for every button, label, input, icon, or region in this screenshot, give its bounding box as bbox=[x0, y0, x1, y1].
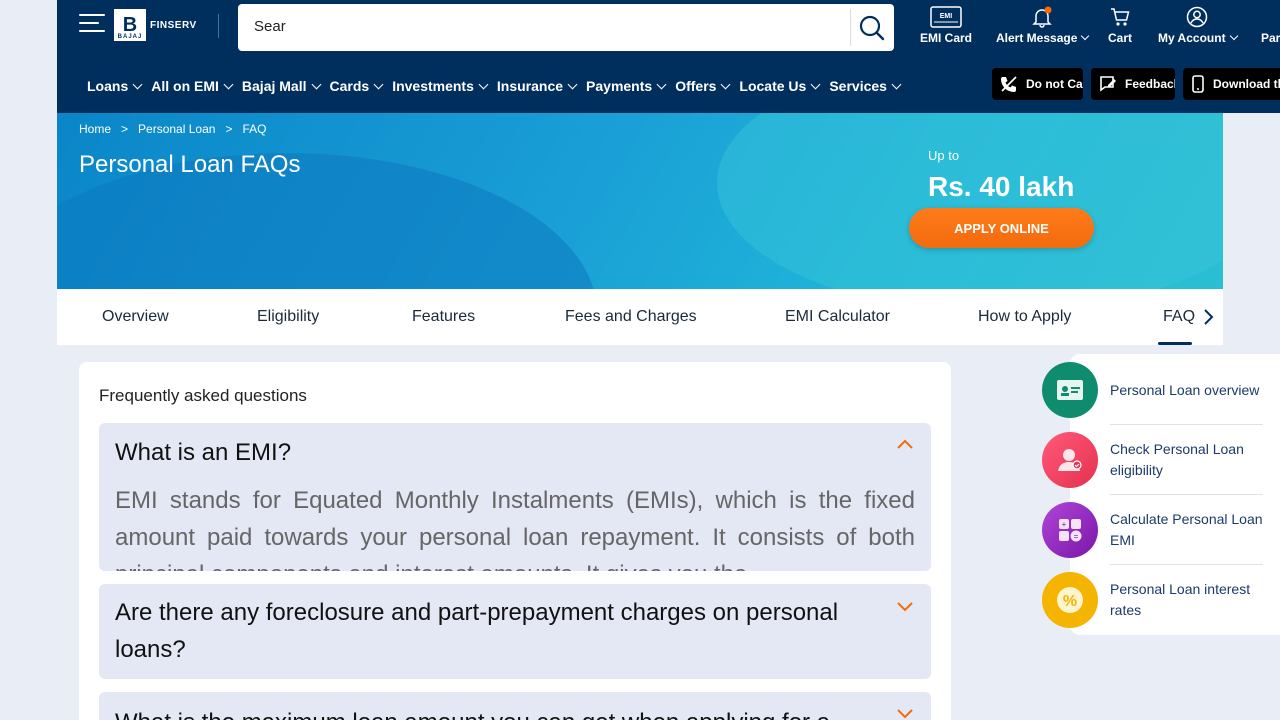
percent-icon: % bbox=[1042, 572, 1098, 628]
calculator-icon: + = bbox=[1042, 502, 1098, 558]
tab-emi-calculator[interactable]: EMI Calculator bbox=[785, 308, 890, 326]
partner-icon bbox=[1261, 6, 1280, 28]
tab-features[interactable]: Features bbox=[412, 308, 475, 326]
download-app-button[interactable]: Download th bbox=[1183, 68, 1280, 100]
menu-cards[interactable]: Cards bbox=[330, 78, 383, 94]
related-links-panel: Personal Loan overview Check Personal Lo… bbox=[1042, 354, 1280, 635]
menu-payments[interactable]: Payments bbox=[586, 78, 665, 94]
tab-fees-and-charges[interactable]: Fees and Charges bbox=[565, 308, 697, 326]
faq-heading: Frequently asked questions bbox=[99, 386, 307, 405]
user-icon bbox=[1187, 6, 1208, 28]
cart-link[interactable]: Cart bbox=[1108, 6, 1132, 45]
chevron-down-icon[interactable] bbox=[895, 599, 915, 613]
tab-faq[interactable]: FAQ bbox=[1163, 308, 1195, 326]
loan-amount: Rs. 40 lakh bbox=[928, 171, 1075, 202]
do-not-call-button[interactable]: Do not Call bbox=[992, 68, 1083, 100]
chevron-up-icon[interactable] bbox=[895, 437, 915, 451]
search-input[interactable] bbox=[254, 18, 834, 35]
tab-overview[interactable]: Overview bbox=[102, 308, 169, 326]
side-link-interest-rates[interactable]: % Personal Loan interest rates bbox=[1042, 572, 1270, 628]
emi-card-link[interactable]: EMI EMI Card bbox=[920, 6, 972, 45]
faq-question: Are there any foreclosure and part-prepa… bbox=[115, 599, 839, 663]
bell-icon bbox=[1032, 6, 1052, 28]
breadcrumb-faq: FAQ bbox=[242, 122, 267, 136]
svg-text:=: = bbox=[1074, 532, 1079, 541]
faq-question: What is an EMI? bbox=[115, 439, 292, 466]
tab-eligibility[interactable]: Eligibility bbox=[257, 308, 319, 326]
header-divider bbox=[218, 14, 219, 38]
faq-answer: EMI stands for Equated Monthly Instalmen… bbox=[115, 487, 915, 571]
mobile-icon bbox=[1192, 75, 1204, 93]
faq-question: What is the maximum loan amount you can … bbox=[115, 704, 915, 720]
apply-online-button[interactable]: APPLY ONLINE bbox=[909, 208, 1094, 248]
up-to-label: Up to bbox=[928, 148, 960, 163]
menu-investments[interactable]: Investments bbox=[392, 78, 487, 94]
my-account-link[interactable]: My Account bbox=[1158, 6, 1237, 45]
breadcrumb-home[interactable]: Home bbox=[79, 122, 111, 136]
menu-loans[interactable]: Loans bbox=[87, 78, 141, 94]
side-link-eligibility[interactable]: Check Personal Loan eligibility bbox=[1042, 432, 1270, 488]
section-tabs: Overview Eligibility Features Fees and C… bbox=[57, 289, 1223, 345]
user-check-icon bbox=[1042, 432, 1098, 488]
faq-item[interactable]: Are there any foreclosure and part-prepa… bbox=[99, 584, 931, 679]
side-link-overview[interactable]: Personal Loan overview bbox=[1042, 362, 1270, 418]
faq-item-expanded[interactable]: What is an EMI? EMI stands for Equated M… bbox=[99, 423, 931, 571]
emi-card-icon: EMI bbox=[930, 6, 962, 28]
menu-all-on-emi[interactable]: All on EMI bbox=[151, 78, 232, 94]
search-icon[interactable] bbox=[858, 14, 886, 42]
tab-how-to-apply[interactable]: How to Apply bbox=[978, 308, 1071, 326]
search-box bbox=[238, 4, 894, 51]
side-link-emi[interactable]: + = Calculate Personal Loan EMI bbox=[1042, 502, 1270, 558]
chevron-down-icon[interactable] bbox=[895, 706, 915, 720]
page-title: Personal Loan FAQs bbox=[79, 151, 301, 178]
top-header: BBAJAJ FINSERV EMI EMI Card Alert Messag… bbox=[57, 0, 1280, 113]
phone-blocked-icon bbox=[1001, 76, 1017, 92]
id-card-icon bbox=[1042, 362, 1098, 418]
alert-message-link[interactable]: Alert Message bbox=[996, 6, 1088, 45]
hero-banner: Home > Personal Loan > FAQ Personal Loan… bbox=[57, 113, 1223, 289]
menu-insurance[interactable]: Insurance bbox=[497, 78, 576, 94]
faq-card: Frequently asked questions What is an EM… bbox=[79, 362, 951, 720]
feedback-button[interactable]: Feedback bbox=[1091, 68, 1175, 100]
active-tab-indicator bbox=[1158, 342, 1192, 345]
menu-offers[interactable]: Offers bbox=[675, 78, 729, 94]
cart-icon bbox=[1111, 8, 1130, 26]
menu-services[interactable]: Services bbox=[829, 78, 900, 94]
svg-text:EMI: EMI bbox=[940, 13, 953, 20]
feedback-icon bbox=[1100, 76, 1116, 92]
menu-locate-us[interactable]: Locate Us bbox=[739, 78, 819, 94]
chevron-right-icon bbox=[1204, 309, 1214, 325]
breadcrumb: Home > Personal Loan > FAQ bbox=[79, 122, 267, 136]
bajaj-finserv-logo[interactable]: B BAJAJ FINSERV bbox=[114, 9, 202, 41]
faq-item[interactable]: What is the maximum loan amount you can … bbox=[99, 692, 931, 720]
svg-text:%: % bbox=[1063, 593, 1077, 610]
main-menu: Loans All on EMI Bajaj Mall Cards Invest… bbox=[87, 78, 910, 94]
hamburger-menu-icon[interactable] bbox=[79, 14, 105, 34]
breadcrumb-personal-loan[interactable]: Personal Loan bbox=[138, 122, 215, 136]
tabs-next-button[interactable] bbox=[1197, 305, 1219, 329]
svg-text:+: + bbox=[1062, 520, 1067, 529]
menu-bajaj-mall[interactable]: Bajaj Mall bbox=[242, 78, 320, 94]
partner-link[interactable]: Part bbox=[1261, 6, 1280, 45]
